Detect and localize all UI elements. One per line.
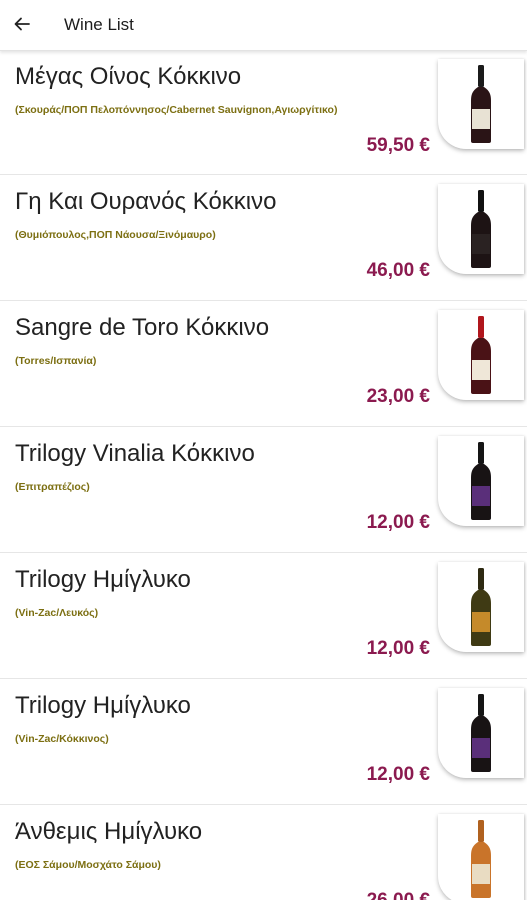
wine-list-item[interactable]: Μέγας Οίνος Κόκκινο (Σκουράς/ΠΟΠ Πελοπόν…	[0, 51, 527, 175]
wine-thumbnail	[438, 59, 524, 149]
wine-name: Trilogy Ημίγλυκο	[15, 692, 191, 719]
wine-details: (Θυμιόπουλος,ΠΟΠ Νάουσα/Ξινόμαυρο)	[15, 229, 216, 241]
wine-price: 46,00 €	[366, 260, 430, 281]
back-button[interactable]	[6, 8, 38, 40]
wine-details: (ΕΟΣ Σάμου/Μοσχάτο Σάμου)	[15, 859, 161, 871]
wine-name: Trilogy Vinalia Κόκκινο	[15, 440, 255, 467]
wine-thumbnail	[438, 310, 524, 400]
wine-name: Άνθεμις Ημίγλυκο	[15, 818, 203, 845]
wine-price: 12,00 €	[366, 512, 430, 533]
wine-list-item[interactable]: Sangre de Toro Κόκκινο (Torres/Ισπανία) …	[0, 302, 527, 427]
wine-details: (Σκουράς/ΠΟΠ Πελοπόννησος/Cabernet Sauvi…	[15, 104, 338, 116]
wine-name: Γη Και Ουρανός Κόκκινο	[15, 188, 277, 215]
wine-bottle-icon	[471, 568, 491, 646]
wine-list-item[interactable]: Γη Και Ουρανός Κόκκινο (Θυμιόπουλος,ΠΟΠ …	[0, 176, 527, 301]
wine-name: Trilogy Ημίγλυκο	[15, 566, 191, 593]
wine-thumbnail	[438, 562, 524, 652]
wine-list-item[interactable]: Trilogy Ημίγλυκο (Vin-Zac/Λευκός) 12,00 …	[0, 554, 527, 679]
wine-price: 59,50 €	[366, 135, 430, 156]
wine-bottle-icon	[471, 190, 491, 268]
wine-details: (Επιτραπέζιος)	[15, 481, 90, 493]
app-bar: Wine List	[0, 0, 527, 51]
wine-details: (Vin-Zac/Λευκός)	[15, 607, 99, 619]
page-title: Wine List	[64, 15, 134, 34]
wine-thumbnail	[438, 184, 524, 274]
wine-thumbnail	[438, 688, 524, 778]
wine-thumbnail	[438, 814, 524, 900]
wine-details: (Vin-Zac/Κόκκινος)	[15, 733, 109, 745]
wine-list-item[interactable]: Trilogy Ημίγλυκο (Vin-Zac/Κόκκινος) 12,0…	[0, 680, 527, 805]
wine-name: Sangre de Toro Κόκκινο	[15, 314, 270, 341]
wine-list: Μέγας Οίνος Κόκκινο (Σκουράς/ΠΟΠ Πελοπόν…	[0, 51, 527, 900]
wine-bottle-icon	[471, 694, 491, 772]
wine-price: 23,00 €	[366, 386, 430, 407]
wine-bottle-icon	[471, 65, 491, 143]
wine-name: Μέγας Οίνος Κόκκινο	[15, 63, 242, 90]
wine-thumbnail	[438, 436, 524, 526]
wine-bottle-icon	[471, 442, 491, 520]
wine-price: 26,00 €	[367, 890, 430, 900]
wine-list-item[interactable]: Trilogy Vinalia Κόκκινο (Επιτραπέζιος) 1…	[0, 428, 527, 553]
wine-price: 12,00 €	[366, 764, 430, 785]
wine-list-item[interactable]: Άνθεμις Ημίγλυκο (ΕΟΣ Σάμου/Μοσχάτο Σάμο…	[0, 806, 527, 900]
arrow-left-icon	[14, 17, 30, 31]
wine-price: 12,00 €	[366, 638, 430, 659]
wine-bottle-icon	[471, 820, 491, 898]
wine-details: (Torres/Ισπανία)	[15, 355, 97, 367]
wine-bottle-icon	[471, 316, 491, 394]
